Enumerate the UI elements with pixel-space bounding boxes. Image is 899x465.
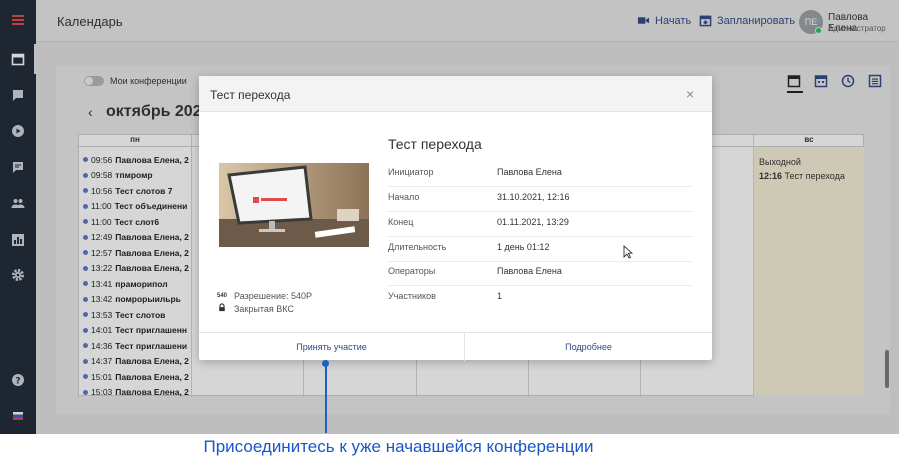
mouse-cursor-icon <box>623 245 633 259</box>
resolution-row: 540 Разрешение: 540P <box>216 291 312 301</box>
caption: Присоединитесь к уже начавшейся конферен… <box>203 437 594 456</box>
field-participants: Участников 1 <box>388 291 503 301</box>
conference-title: Тест перехода <box>388 136 482 152</box>
privacy-text: Закрытая ВКС <box>234 303 294 314</box>
field-end: Конец 01.11.2021, 13:29 <box>388 212 693 237</box>
lock-icon <box>216 303 228 314</box>
field-initiator: Инициатор Павлова Елена <box>388 162 693 187</box>
modal-header: Тест перехода × <box>199 76 712 112</box>
conference-modal: Тест перехода × 540 Разрешение: 540P Зак… <box>199 76 712 361</box>
field-start: Начало 31.10.2021, 12:16 <box>388 187 693 212</box>
join-button[interactable]: Принять участие <box>199 333 464 361</box>
privacy-row: Закрытая ВКС <box>216 303 294 314</box>
details-button[interactable]: Подробнее <box>465 333 712 361</box>
field-operators: Операторы Павлова Елена <box>388 261 693 286</box>
modal-footer: Принять участие Подробнее <box>199 332 712 361</box>
close-icon[interactable]: × <box>686 87 694 101</box>
conference-preview-image <box>219 163 369 247</box>
resolution-text: Разрешение: 540P <box>234 291 312 301</box>
resolution-icon: 540 <box>216 293 227 299</box>
callout-line <box>325 363 327 433</box>
modal-title: Тест перехода <box>210 88 291 102</box>
field-duration: Длительность 1 день 01:12 <box>388 237 693 262</box>
